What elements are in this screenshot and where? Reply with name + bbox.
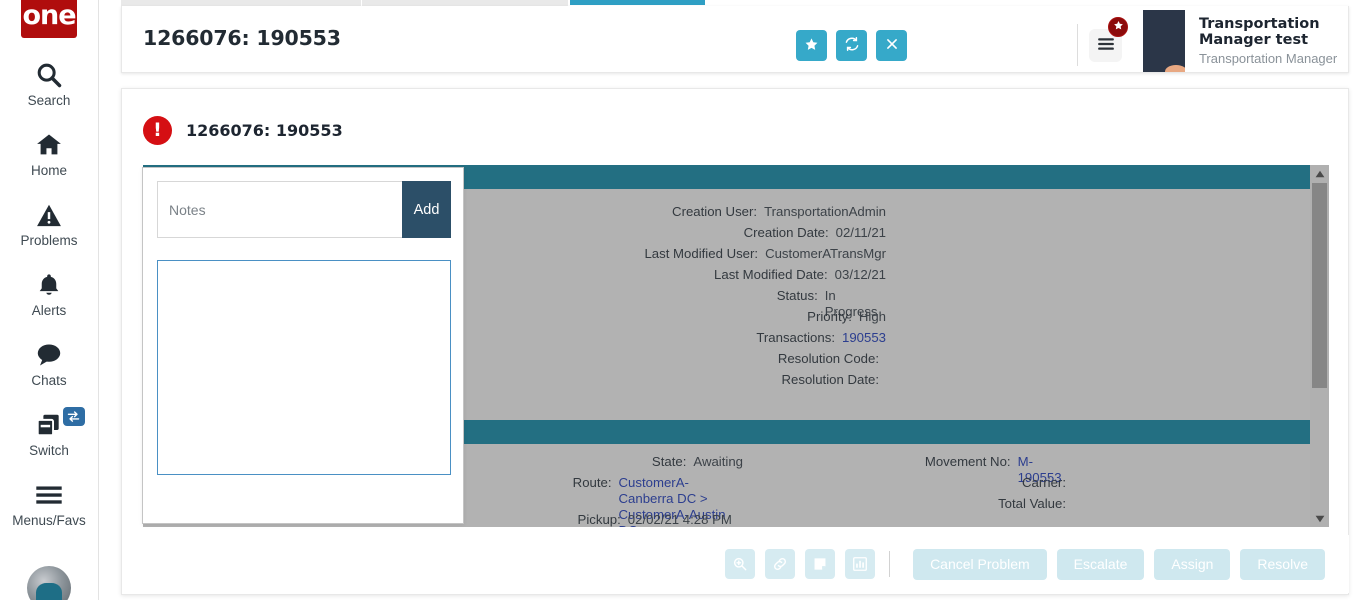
favorite-button[interactable]	[796, 30, 827, 61]
sidebar-item-label: Menus/Favs	[12, 513, 86, 528]
sidebar-item-search[interactable]: Search	[0, 59, 99, 108]
header-divider	[1077, 24, 1078, 66]
scroll-up-arrow[interactable]	[1310, 165, 1329, 182]
problem-banner: ! 1266076: 190553	[143, 116, 343, 145]
chart-icon[interactable]	[845, 549, 876, 579]
detail-field-value: 03/12/21	[834, 267, 886, 282]
close-x-icon	[885, 37, 899, 54]
problem-detail-card: ! 1266076: 190553 Creation User: Transpor…	[121, 88, 1349, 595]
sidebar-item-home[interactable]: Home	[0, 129, 99, 178]
notes-overlay-panel: Add	[142, 167, 464, 524]
user-name: Transportation Manager test	[1198, 16, 1320, 48]
sidebar-item-menus-favs[interactable]: Menus/Favs	[0, 479, 99, 528]
scroll-down-arrow[interactable]	[1310, 510, 1329, 527]
user-avatar-small[interactable]	[27, 566, 71, 600]
star-icon	[804, 37, 819, 55]
action-toolbar: Cancel Problem Escalate Assign Resolve	[123, 535, 1349, 593]
close-button[interactable]	[876, 30, 907, 61]
home-icon	[34, 129, 64, 161]
error-exclamation-icon: !	[143, 116, 172, 145]
switch-windows-icon	[34, 409, 64, 441]
hamburger-icon	[1097, 37, 1115, 54]
notification-badge[interactable]	[1108, 17, 1128, 37]
star-icon	[1113, 18, 1124, 36]
app-logo[interactable]: one	[21, 0, 77, 38]
page-header-card: 1266076: 190553 Transportation Manager t…	[121, 6, 1349, 73]
resolve-button[interactable]: Resolve	[1240, 548, 1325, 580]
detail-field-value: 02/02/21 4:28 PM AWST	[627, 512, 732, 527]
sidebar-item-label: Home	[30, 163, 67, 178]
link-icon[interactable]	[765, 549, 796, 579]
detail-field-value: High	[858, 309, 886, 324]
user-profile[interactable]: Transportation Manager test Transportati…	[1143, 10, 1348, 72]
bell-icon	[36, 269, 62, 301]
refresh-icon	[844, 36, 860, 55]
sidebar-item-alerts[interactable]: Alerts	[0, 269, 99, 318]
detail-scrollbar[interactable]	[1310, 165, 1329, 527]
page-title: 1266076: 190553	[143, 26, 341, 50]
avatar	[1143, 10, 1185, 72]
warning-triangle-icon	[35, 199, 63, 231]
notes-list-area[interactable]	[157, 260, 451, 475]
app-root: one Search Home Problems Alerts Chats Sw…	[0, 0, 1365, 600]
chat-bubble-icon	[34, 339, 64, 371]
hamburger-icon	[34, 479, 64, 511]
assign-button[interactable]: Assign	[1154, 548, 1231, 580]
toolbar-divider	[889, 551, 891, 577]
problem-title: 1266076: 190553	[186, 121, 343, 140]
refresh-button[interactable]	[836, 30, 867, 61]
sidebar-item-label: Problems	[20, 233, 78, 248]
notes-entry-row: Add	[157, 181, 451, 238]
sidebar-item-label: Search	[27, 93, 71, 108]
scrollbar-thumb[interactable]	[1312, 183, 1327, 388]
user-role: Transportation Manager	[1198, 51, 1338, 66]
search-icon	[35, 59, 63, 91]
tab-active[interactable]	[570, 0, 705, 5]
cancel-problem-button[interactable]: Cancel Problem	[913, 548, 1047, 580]
left-sidebar: one Search Home Problems Alerts Chats Sw…	[0, 0, 99, 600]
add-note-button[interactable]: Add	[402, 181, 451, 238]
sidebar-item-label: Alerts	[31, 303, 67, 318]
toolbar-buttons: Cancel Problem Escalate Assign Resolve	[903, 548, 1325, 580]
zoom-in-icon[interactable]	[725, 549, 756, 579]
swap-arrows-icon[interactable]	[62, 407, 85, 426]
notes-input[interactable]	[157, 181, 402, 238]
detail-field-value: CustomerATransMgr	[765, 246, 886, 261]
detail-field-link[interactable]: 190553	[842, 330, 886, 346]
logo-text: one	[22, 0, 76, 31]
sidebar-item-problems[interactable]: Problems	[0, 199, 99, 248]
note-icon[interactable]	[805, 549, 836, 579]
detail-field-value: 02/11/21	[835, 225, 886, 240]
detail-field-value: TransportationAdmin	[764, 204, 886, 219]
sidebar-item-label: Switch	[29, 443, 69, 458]
sidebar-item-switch[interactable]: Switch	[0, 407, 99, 458]
escalate-button[interactable]: Escalate	[1056, 548, 1145, 580]
sidebar-item-label: Chats	[31, 373, 67, 388]
sidebar-item-chats[interactable]: Chats	[0, 339, 99, 388]
